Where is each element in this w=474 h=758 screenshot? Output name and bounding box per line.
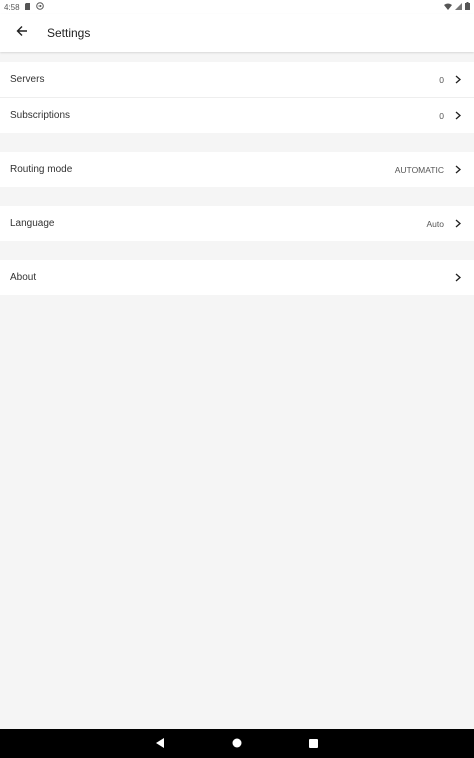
row-label: Servers <box>10 74 45 85</box>
settings-row-servers[interactable]: Servers 0 <box>0 62 474 97</box>
screen: 4:58 Settings Servers 0 Subscriptions 0 … <box>0 0 474 758</box>
row-label: Routing mode <box>10 164 73 175</box>
row-label: Subscriptions <box>10 110 71 121</box>
row-label: Language <box>10 218 55 229</box>
settings-row-routing-mode[interactable]: Routing mode AUTOMATIC <box>0 152 474 187</box>
nav-back-button[interactable] <box>145 729 175 758</box>
wifi-icon <box>444 3 452 12</box>
home-circle-icon <box>232 735 242 753</box>
back-button[interactable] <box>2 14 42 52</box>
status-time: 4:58 <box>4 2 20 12</box>
nav-recents-button[interactable] <box>298 729 328 758</box>
row-value: Auto <box>426 218 445 229</box>
status-right <box>444 2 470 12</box>
chevron-right-icon <box>454 165 462 175</box>
row-label: About <box>10 272 37 283</box>
chevron-right-icon <box>454 219 462 229</box>
settings-row-subscriptions[interactable]: Subscriptions 0 <box>0 98 474 133</box>
back-triangle-icon <box>155 735 165 753</box>
settings-row-language[interactable]: Language Auto <box>0 206 474 241</box>
nav-home-button[interactable] <box>222 729 252 758</box>
app-bar: Settings <box>0 14 474 52</box>
row-value: AUTOMATIC <box>394 164 444 175</box>
status-left: 4:58 <box>4 2 44 12</box>
chevron-right-icon <box>454 75 462 85</box>
signal-icon <box>455 2 462 12</box>
recents-square-icon <box>308 735 318 753</box>
status-bar: 4:58 <box>0 0 474 14</box>
navigation-bar <box>0 729 474 758</box>
chevron-right-icon <box>454 273 462 283</box>
row-value: 0 <box>439 110 444 121</box>
settings-row-about[interactable]: About <box>0 260 474 295</box>
page-title: Settings <box>47 26 91 40</box>
sd-card-icon <box>24 2 31 12</box>
vpn-key-icon <box>35 2 44 12</box>
arrow-back-icon <box>16 24 28 42</box>
battery-icon <box>465 2 470 12</box>
row-value: 0 <box>439 74 444 85</box>
chevron-right-icon <box>454 111 462 121</box>
